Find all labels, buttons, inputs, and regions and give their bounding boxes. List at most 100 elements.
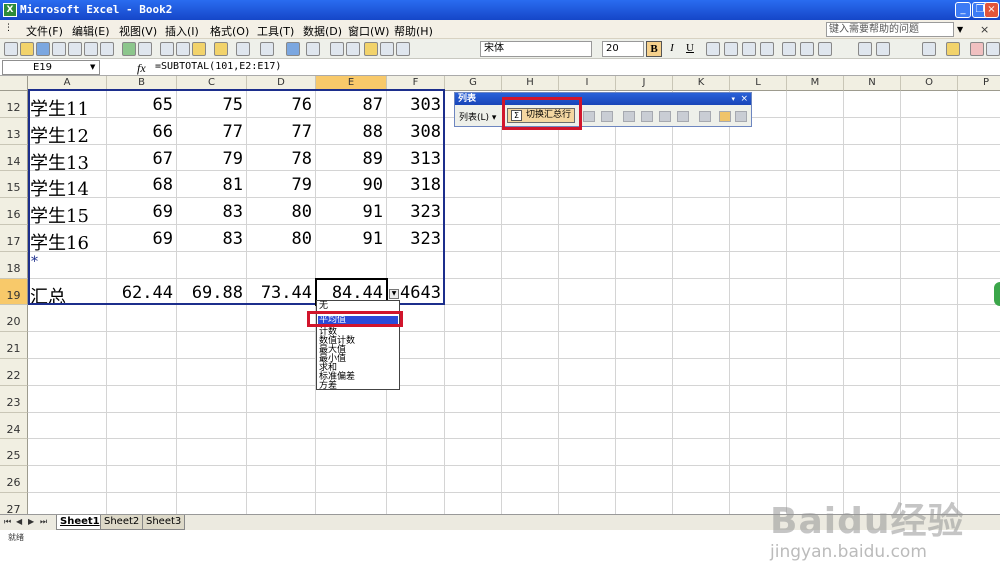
menu-edit[interactable]: 编辑(E) (72, 23, 110, 39)
align-right-icon[interactable] (742, 42, 756, 56)
list-properties-icon[interactable] (699, 111, 711, 122)
options-icon[interactable] (986, 42, 1000, 56)
cut-icon[interactable] (160, 42, 174, 56)
fill-color-icon[interactable] (946, 42, 960, 56)
row-header-12[interactable]: 12 (0, 91, 28, 118)
menu-data[interactable]: 数据(D) (303, 23, 342, 39)
center-icon[interactable] (724, 42, 738, 56)
column-header-n[interactable]: N (844, 76, 901, 91)
print-preview-icon[interactable] (100, 42, 114, 56)
column-header-o[interactable]: O (901, 76, 958, 91)
dropdown-item[interactable]: 方差 (319, 382, 337, 391)
close-window-button[interactable]: × (984, 2, 999, 18)
sort-descending-icon[interactable] (346, 42, 360, 56)
copy-icon[interactable] (176, 42, 190, 56)
discard-changes-icon[interactable] (641, 111, 653, 122)
select-all-corner[interactable] (0, 76, 28, 91)
minimize-button[interactable]: _ (955, 2, 971, 18)
menu-help[interactable]: 帮助(H) (394, 23, 433, 39)
sheet-tab-3[interactable]: Sheet3 (142, 515, 186, 530)
column-header-p[interactable]: P (958, 76, 1000, 91)
row-header-15[interactable]: 15 (0, 171, 28, 199)
borders-icon[interactable] (922, 42, 936, 56)
font-color-icon[interactable] (970, 42, 984, 56)
menu-view[interactable]: 视图(V) (119, 23, 157, 39)
column-header-m[interactable]: M (787, 76, 844, 91)
open-icon[interactable] (20, 42, 34, 56)
email-icon[interactable] (68, 42, 82, 56)
menu-format[interactable]: 格式(O) (210, 23, 249, 39)
last-sheet-icon[interactable]: ⏭ (40, 517, 47, 527)
comma-icon[interactable] (818, 42, 832, 56)
row-header-22[interactable]: 22 (0, 359, 28, 386)
list-toolbar[interactable]: 列表 ▾ × 列表(L) ▾ Σ 切换汇总行 (454, 92, 752, 127)
chevron-down-icon[interactable]: ▼ (957, 25, 963, 34)
row-header-16[interactable]: 16 (0, 198, 28, 225)
worksheet-grid[interactable]: A B C D E F G H I J K L M N O P 12 13 14 15 16 17 18 19 20 21 22 23… (0, 76, 1000, 514)
menu-window[interactable]: 窗口(W) (348, 23, 389, 39)
column-header-j[interactable]: J (616, 76, 673, 91)
row-header-23[interactable]: 23 (0, 385, 28, 413)
increase-indent-icon[interactable] (876, 42, 890, 56)
excel-icon[interactable]: X (3, 3, 17, 17)
autosum-icon[interactable] (306, 42, 320, 56)
formula-input[interactable]: =SUBTOTAL(101,E2:E17) (155, 61, 281, 72)
menu-insert[interactable]: 插入(I) (165, 23, 199, 39)
help-search-input[interactable]: 键入需要帮助的问题 (826, 22, 954, 37)
paste-icon[interactable] (192, 42, 206, 56)
row-header-26[interactable]: 26 (0, 466, 28, 493)
list-menu-button[interactable]: 列表(L) ▾ (459, 110, 496, 123)
print-list-icon[interactable] (601, 111, 613, 122)
column-header-k[interactable]: K (673, 76, 730, 91)
menu-tools[interactable]: 工具(T) (257, 23, 294, 39)
decrease-indent-icon[interactable] (858, 42, 872, 56)
sort-ascending-icon[interactable] (330, 42, 344, 56)
view-list-icon[interactable] (677, 111, 689, 122)
toolbar-options-icon[interactable]: ▾ (731, 93, 735, 105)
align-left-icon[interactable] (706, 42, 720, 56)
column-header-h[interactable]: H (502, 76, 559, 91)
name-box[interactable]: E19 (2, 60, 100, 75)
close-workbook-button[interactable]: × (980, 23, 989, 36)
insert-function-button[interactable]: fx (137, 61, 146, 76)
chevron-down-icon[interactable]: ▼ (90, 63, 95, 71)
percent-icon[interactable] (800, 42, 814, 56)
chart-icon[interactable] (719, 111, 731, 122)
save-icon[interactable] (36, 42, 50, 56)
sheet-tab-1[interactable]: Sheet1 (56, 515, 104, 530)
row-header-17[interactable]: 17 (0, 225, 28, 252)
drawing-icon[interactable] (380, 42, 394, 56)
row-header-25[interactable]: 25 (0, 439, 28, 467)
currency-icon[interactable] (782, 42, 796, 56)
format-painter-icon[interactable] (214, 42, 228, 56)
new-icon[interactable] (4, 42, 18, 56)
sync-list-icon[interactable] (623, 111, 635, 122)
undo-icon[interactable] (236, 42, 250, 56)
menu-file[interactable]: 文件(F) (26, 23, 63, 39)
merge-center-icon[interactable] (760, 42, 774, 56)
sheet-tab-2[interactable]: Sheet2 (100, 515, 144, 530)
row-header-18[interactable]: 18 (0, 251, 28, 279)
pivot-table-icon[interactable] (735, 111, 747, 122)
permission-icon[interactable] (52, 42, 66, 56)
font-name-select[interactable]: 宋体 (480, 41, 592, 57)
first-sheet-icon[interactable]: ⏮ (4, 517, 11, 527)
side-widget[interactable] (994, 282, 1000, 306)
italic-button[interactable]: I (664, 41, 680, 57)
hyperlink-icon[interactable] (286, 42, 300, 56)
dropdown-item[interactable]: 无 (319, 302, 328, 311)
row-header-14[interactable]: 14 (0, 144, 28, 172)
column-header-i[interactable]: I (559, 76, 616, 91)
row-header-27[interactable]: 27 (0, 493, 28, 514)
resize-list-icon[interactable] (583, 111, 595, 122)
list-toolbar-close-button[interactable]: × (740, 93, 748, 105)
bold-button[interactable]: B (646, 41, 662, 57)
column-header-g[interactable]: G (445, 76, 502, 91)
zoom-icon[interactable] (396, 42, 410, 56)
row-header-24[interactable]: 24 (0, 412, 28, 440)
publish-list-icon[interactable] (659, 111, 671, 122)
chart-wizard-icon[interactable] (364, 42, 378, 56)
font-size-select[interactable]: 20 (602, 41, 644, 57)
row-header-13[interactable]: 13 (0, 117, 28, 145)
underline-button[interactable]: U (682, 41, 698, 57)
